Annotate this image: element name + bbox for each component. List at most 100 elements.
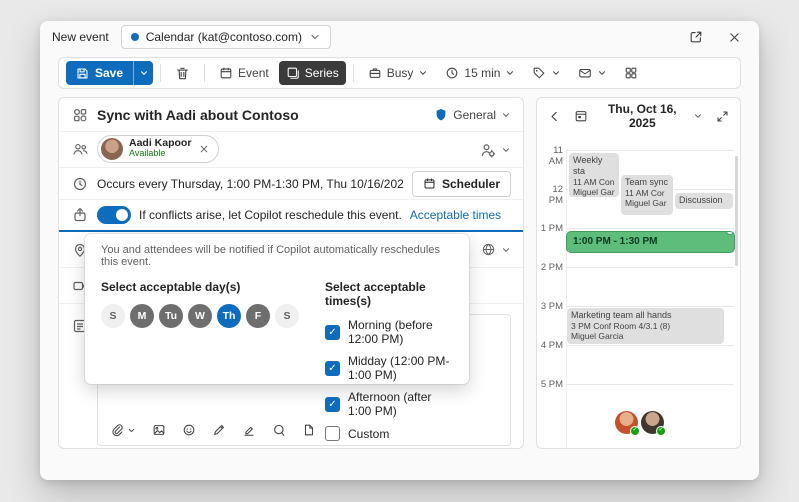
time-option-2[interactable]: ✓ Afternoon (after 1:00 PM) bbox=[325, 390, 453, 418]
categories-dropdown[interactable] bbox=[525, 61, 568, 85]
hour-gridline bbox=[567, 267, 734, 268]
date-picker-dropdown[interactable]: Thu, Oct 16, 2025 bbox=[596, 102, 703, 130]
open-in-new-window-button[interactable] bbox=[683, 24, 709, 50]
sensitivity-dropdown[interactable]: General bbox=[434, 108, 511, 122]
event-organizer: Miguel Gar bbox=[573, 187, 615, 197]
day-toggle-group: SMTuWThFS bbox=[101, 304, 299, 328]
day-toggle-5-f[interactable]: F bbox=[246, 304, 270, 328]
recurrence-row: Occurs every Thursday, 1:00 PM-1:30 PM, … bbox=[59, 168, 523, 200]
event-organizer: Miguel Gar bbox=[625, 198, 669, 208]
agenda-header: Thu, Oct 16, 2025 bbox=[537, 98, 740, 134]
titlebar: New event Calendar (kat@contoso.com) bbox=[40, 21, 759, 53]
chevron-down-icon bbox=[505, 68, 515, 78]
day-toggle-4-th[interactable]: Th bbox=[217, 304, 241, 328]
chevron-down-icon bbox=[597, 68, 607, 78]
selected-time-slot[interactable]: 1:00 PM - 1:30 PM bbox=[567, 232, 734, 252]
day-toggle-0-s[interactable]: S bbox=[101, 304, 125, 328]
scheduler-button[interactable]: Scheduler bbox=[412, 171, 511, 197]
day-toggle-2-tu[interactable]: Tu bbox=[159, 304, 183, 328]
time-option-3[interactable]: Custom bbox=[325, 426, 453, 441]
people-icon bbox=[71, 141, 89, 158]
location-options-dropdown[interactable] bbox=[481, 242, 511, 257]
save-button-label: Save bbox=[95, 66, 123, 80]
time-option-label: Midday (12:00 PM-1:00 PM) bbox=[348, 354, 453, 382]
reminder-label: 15 min bbox=[464, 66, 500, 80]
response-options-dropdown[interactable] bbox=[571, 61, 614, 85]
toolbar-divider bbox=[204, 64, 205, 82]
checkbox-checked-icon[interactable]: ✓ bbox=[325, 397, 340, 412]
days-section-label: Select acceptable day(s) bbox=[101, 280, 299, 294]
resize-handle-top[interactable] bbox=[726, 232, 734, 235]
calendar-series-icon bbox=[286, 66, 300, 80]
chevron-down-icon bbox=[693, 111, 703, 121]
copilot-reschedule-toggle[interactable] bbox=[97, 206, 131, 224]
calendar-event[interactable]: Marketing team all hands 3 PM Conf Room … bbox=[567, 308, 724, 344]
agenda-date-label: Thu, Oct 16, 2025 bbox=[596, 102, 688, 130]
time-option-label: Afternoon (after 1:00 PM) bbox=[348, 390, 453, 418]
apps-button[interactable] bbox=[617, 61, 645, 85]
scheduler-calendar-icon bbox=[423, 177, 436, 190]
calendar-event[interactable]: Team sync 11 AM Cor Miguel Gar bbox=[621, 175, 673, 215]
calendar-color-dot bbox=[131, 33, 139, 41]
previous-day-button[interactable] bbox=[543, 104, 566, 128]
close-icon bbox=[728, 31, 741, 44]
close-button[interactable] bbox=[721, 24, 747, 50]
calendar-selector[interactable]: Calendar (kat@contoso.com) bbox=[121, 25, 331, 49]
calendar-event[interactable]: Discussion bbox=[675, 193, 733, 209]
chevron-left-icon bbox=[548, 110, 561, 123]
tag-icon bbox=[532, 66, 546, 80]
time-option-1[interactable]: ✓ Midday (12:00 PM-1:00 PM) bbox=[325, 354, 453, 382]
save-button[interactable]: Save bbox=[66, 61, 133, 85]
tab-event[interactable]: Event bbox=[212, 61, 276, 85]
hour-gridline bbox=[567, 150, 734, 151]
save-split-button: Save bbox=[66, 61, 153, 85]
clock-icon bbox=[71, 176, 89, 192]
toggle-knob bbox=[116, 209, 128, 221]
checkbox-unchecked-icon[interactable] bbox=[325, 426, 340, 441]
attendee-chip[interactable]: Aadi Kapoor Available bbox=[97, 135, 219, 163]
expand-icon bbox=[716, 110, 729, 123]
recurrence-summary[interactable]: Occurs every Thursday, 1:00 PM-1:30 PM, … bbox=[97, 177, 404, 191]
tab-event-label: Event bbox=[238, 66, 269, 80]
toolbar-divider bbox=[353, 64, 354, 82]
go-to-today-button[interactable] bbox=[570, 104, 593, 128]
event-shapes-icon bbox=[71, 107, 89, 123]
presence-available-icon: ✓ bbox=[630, 426, 640, 436]
attendees-field[interactable]: Aadi Kapoor Available bbox=[97, 135, 472, 165]
checkbox-checked-icon[interactable]: ✓ bbox=[325, 325, 340, 340]
remove-attendee-button[interactable] bbox=[197, 142, 211, 156]
share-arrow-icon bbox=[71, 207, 89, 223]
time-option-0[interactable]: ✓Morning (before 12:00 PM) bbox=[325, 318, 453, 346]
presence-available-icon: ✓ bbox=[656, 426, 666, 436]
globe-icon bbox=[481, 242, 496, 257]
sensitivity-label: General bbox=[453, 108, 496, 122]
event-location: 3 PM Conf Room 4/3.1 (8) bbox=[571, 321, 720, 331]
acceptable-times-link[interactable]: Acceptable times bbox=[410, 208, 501, 222]
day-toggle-1-m[interactable]: M bbox=[130, 304, 154, 328]
resize-handle-bottom[interactable] bbox=[567, 249, 571, 252]
chevron-down-icon bbox=[139, 68, 149, 78]
day-toggle-6-s[interactable]: S bbox=[275, 304, 299, 328]
calendar-today-icon bbox=[574, 109, 588, 123]
event-title-input[interactable]: Sync with Aadi about Contoso bbox=[97, 107, 426, 123]
save-dropdown-button[interactable] bbox=[133, 61, 153, 85]
scrollbar[interactable] bbox=[735, 156, 738, 266]
day-toggle-3-w[interactable]: W bbox=[188, 304, 212, 328]
reminder-dropdown[interactable]: 15 min bbox=[438, 61, 522, 85]
checkbox-checked-icon[interactable]: ✓ bbox=[325, 361, 340, 376]
tab-series[interactable]: Series bbox=[279, 61, 346, 85]
grid-divider bbox=[566, 150, 567, 448]
hour-gridline bbox=[567, 306, 734, 307]
send-options-icon bbox=[578, 66, 592, 80]
new-event-window: New event Calendar (kat@contoso.com) bbox=[40, 21, 759, 480]
times-section-label: Select acceptable times(s) bbox=[325, 280, 453, 308]
chevron-down-icon bbox=[418, 68, 428, 78]
avatar[interactable]: ✓ bbox=[641, 411, 664, 434]
expand-agenda-button[interactable] bbox=[711, 104, 734, 128]
avatar[interactable]: ✓ bbox=[615, 411, 638, 434]
attendee-options-dropdown[interactable] bbox=[480, 142, 511, 158]
close-icon bbox=[199, 144, 209, 154]
show-as-dropdown[interactable]: Busy bbox=[361, 61, 436, 85]
calendar-event[interactable]: Weekly sta 11 AM Con Miguel Gar bbox=[569, 153, 619, 197]
delete-button[interactable] bbox=[168, 61, 197, 85]
